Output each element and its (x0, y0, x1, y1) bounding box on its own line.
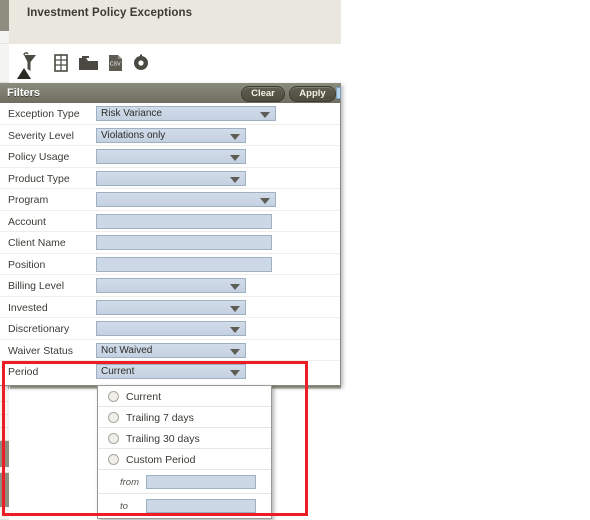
filter-label: Exception Type (8, 108, 80, 120)
filter-select[interactable] (96, 321, 246, 336)
radio-icon[interactable] (108, 391, 119, 402)
gutter-cell (0, 415, 9, 428)
gutter-cell (0, 428, 9, 441)
filter-label: Position (8, 258, 46, 271)
filter-label: Program (8, 194, 49, 206)
page-title: Investment Policy Exceptions (27, 7, 193, 19)
svg-text:CSV: CSV (110, 62, 121, 68)
filter-label: Product Type (8, 172, 70, 185)
filter-select[interactable]: Risk Variance (96, 106, 276, 121)
chevron-down-icon[interactable] (260, 112, 270, 118)
filter-select[interactable]: Current (96, 364, 246, 379)
chevron-down-icon[interactable] (230, 155, 240, 161)
gutter-cell (0, 389, 9, 402)
filter-row: Exception Type Risk Variance (0, 103, 340, 125)
clear-button[interactable]: Clear (241, 86, 285, 102)
period-dropdown-list[interactable]: Current Trailing 7 days Trailing 30 days… (97, 385, 272, 519)
dropdown-option[interactable]: Trailing 30 days (98, 428, 271, 449)
filter-select[interactable]: Violations only (96, 127, 246, 143)
gutter-top-block (0, 0, 9, 31)
chevron-down-icon[interactable] (260, 198, 270, 204)
toolbar: CSV (9, 45, 341, 83)
dropdown-option-label: Trailing 7 days (126, 412, 194, 424)
filter-label: Severity Level (8, 129, 74, 142)
filters-title: Filters (7, 87, 41, 99)
filter-label: Policy Usage (8, 151, 70, 163)
filter-select[interactable] (96, 149, 246, 164)
panel-resize-handle[interactable] (336, 87, 341, 99)
filter-input[interactable] (96, 235, 272, 250)
filter-select[interactable] (96, 278, 246, 293)
dropdown-option[interactable]: Custom Period (98, 449, 271, 470)
dropdown-option-label: Custom Period (126, 454, 196, 466)
custom-period-from-row: from (98, 470, 271, 494)
filter-select[interactable] (96, 299, 246, 315)
filter-value: Not Waived (101, 344, 153, 356)
chevron-down-icon[interactable] (230, 176, 240, 183)
settings-icon[interactable] (131, 52, 151, 74)
dropdown-option[interactable]: Trailing 7 days (98, 407, 271, 428)
filter-row: Invested (0, 297, 340, 318)
gutter-cell (0, 507, 9, 520)
chevron-down-icon[interactable] (230, 305, 240, 312)
chevron-down-icon[interactable] (230, 348, 240, 355)
filter-select[interactable] (96, 170, 246, 186)
gutter-cell (0, 44, 9, 83)
dropdown-option-label: Current (126, 391, 162, 403)
gutter-cell (0, 31, 9, 44)
filter-value: Violations only (101, 129, 166, 141)
filter-rows: Exception Type Risk Variance Severity Leve… (0, 103, 340, 383)
filter-label: Account (8, 215, 46, 228)
grid-icon[interactable] (51, 52, 71, 74)
filter-select[interactable] (96, 192, 276, 207)
dropdown-option-label: Trailing 30 days (126, 433, 200, 445)
filter-row: Discretionary (0, 318, 340, 340)
radio-icon[interactable] (108, 412, 119, 423)
page-title-band: Investment Policy Exceptions (9, 0, 341, 45)
chevron-down-icon[interactable] (230, 370, 240, 376)
apply-button[interactable]: Apply (289, 86, 336, 102)
filter-row: Client Name (0, 232, 340, 254)
chevron-down-icon[interactable] (230, 133, 240, 140)
chevron-down-icon[interactable] (230, 284, 240, 290)
custom-to-input[interactable] (146, 499, 256, 513)
custom-period-to-row: to (98, 494, 271, 518)
filter-row: Position (0, 254, 340, 275)
custom-to-label: to (120, 501, 128, 512)
filter-label: Client Name (8, 237, 66, 249)
filter-label: Discretionary (8, 323, 70, 335)
filter-label: Invested (8, 301, 48, 314)
chevron-down-icon[interactable] (230, 327, 240, 333)
radio-icon[interactable] (108, 433, 119, 444)
csv-export-icon[interactable]: CSV (105, 52, 125, 74)
filter-row: Product Type (0, 168, 340, 189)
filter-label: Waiver Status (8, 344, 73, 357)
filters-panel-header: Filters Clear Apply (0, 83, 340, 103)
filter-value: Risk Variance (101, 108, 162, 119)
filter-select[interactable]: Not Waived (96, 342, 246, 358)
folder-icon[interactable] (77, 52, 101, 74)
active-toolbar-marker (17, 68, 31, 79)
filter-row: Period Current (0, 361, 340, 383)
filter-row: Billing Level (0, 275, 340, 297)
custom-from-input[interactable] (146, 475, 256, 489)
application-root: Investment Policy Exceptions CSV Filters… (0, 0, 590, 520)
filter-row: Severity Level Violations only (0, 125, 340, 146)
filters-panel: Filters Clear Apply Exception Type Risk V… (0, 83, 341, 386)
filter-row: Waiver Status Not Waived (0, 340, 340, 361)
radio-icon[interactable] (108, 454, 119, 465)
gutter-block (0, 473, 9, 507)
filter-label: Billing Level (8, 280, 65, 292)
filter-row: Program (0, 189, 340, 211)
gutter-block (0, 441, 9, 467)
filter-row: Account (0, 211, 340, 232)
filter-input[interactable] (96, 213, 272, 229)
filter-input[interactable] (96, 256, 272, 272)
gutter-cell (0, 402, 9, 415)
filter-value: Current (101, 366, 135, 377)
dropdown-option[interactable]: Current (98, 386, 271, 407)
filter-label: Period (8, 366, 39, 378)
filter-row: Policy Usage (0, 146, 340, 168)
custom-from-label: from (120, 477, 139, 488)
